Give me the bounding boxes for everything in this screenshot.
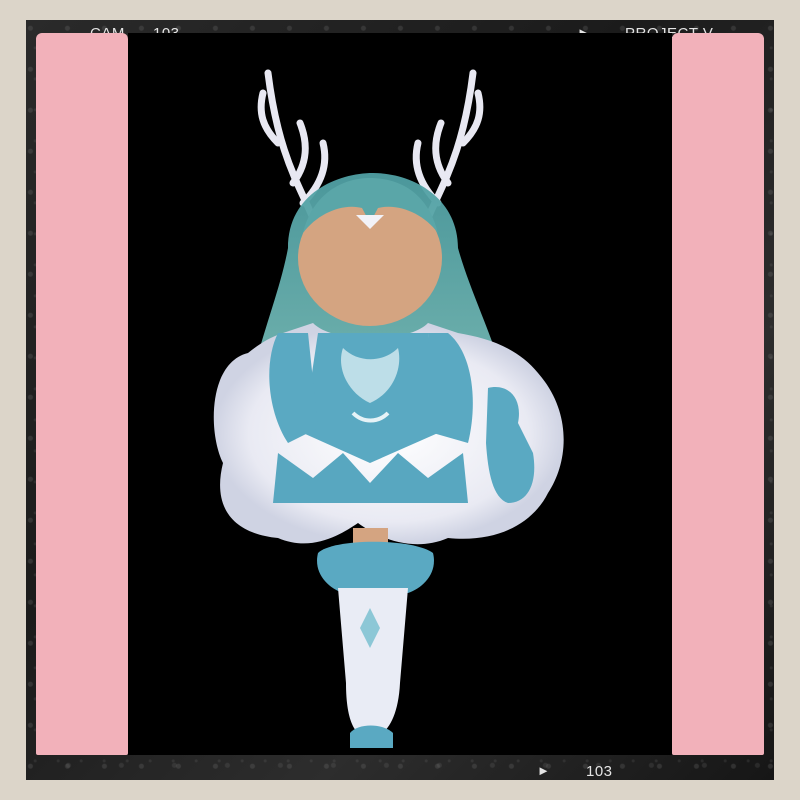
boot-fur (317, 541, 434, 593)
play-icon: ► (537, 763, 551, 778)
avatar-illustration (213, 69, 564, 748)
page-stage: CAM 103 ► PROJECT V (0, 0, 800, 800)
boot (338, 588, 408, 738)
bottom-counter: 103 (586, 763, 613, 780)
avatar-photo (128, 33, 672, 755)
pink-side-bar-right (672, 33, 764, 755)
boot-trim (350, 725, 393, 748)
pink-side-bar-left (36, 33, 128, 755)
